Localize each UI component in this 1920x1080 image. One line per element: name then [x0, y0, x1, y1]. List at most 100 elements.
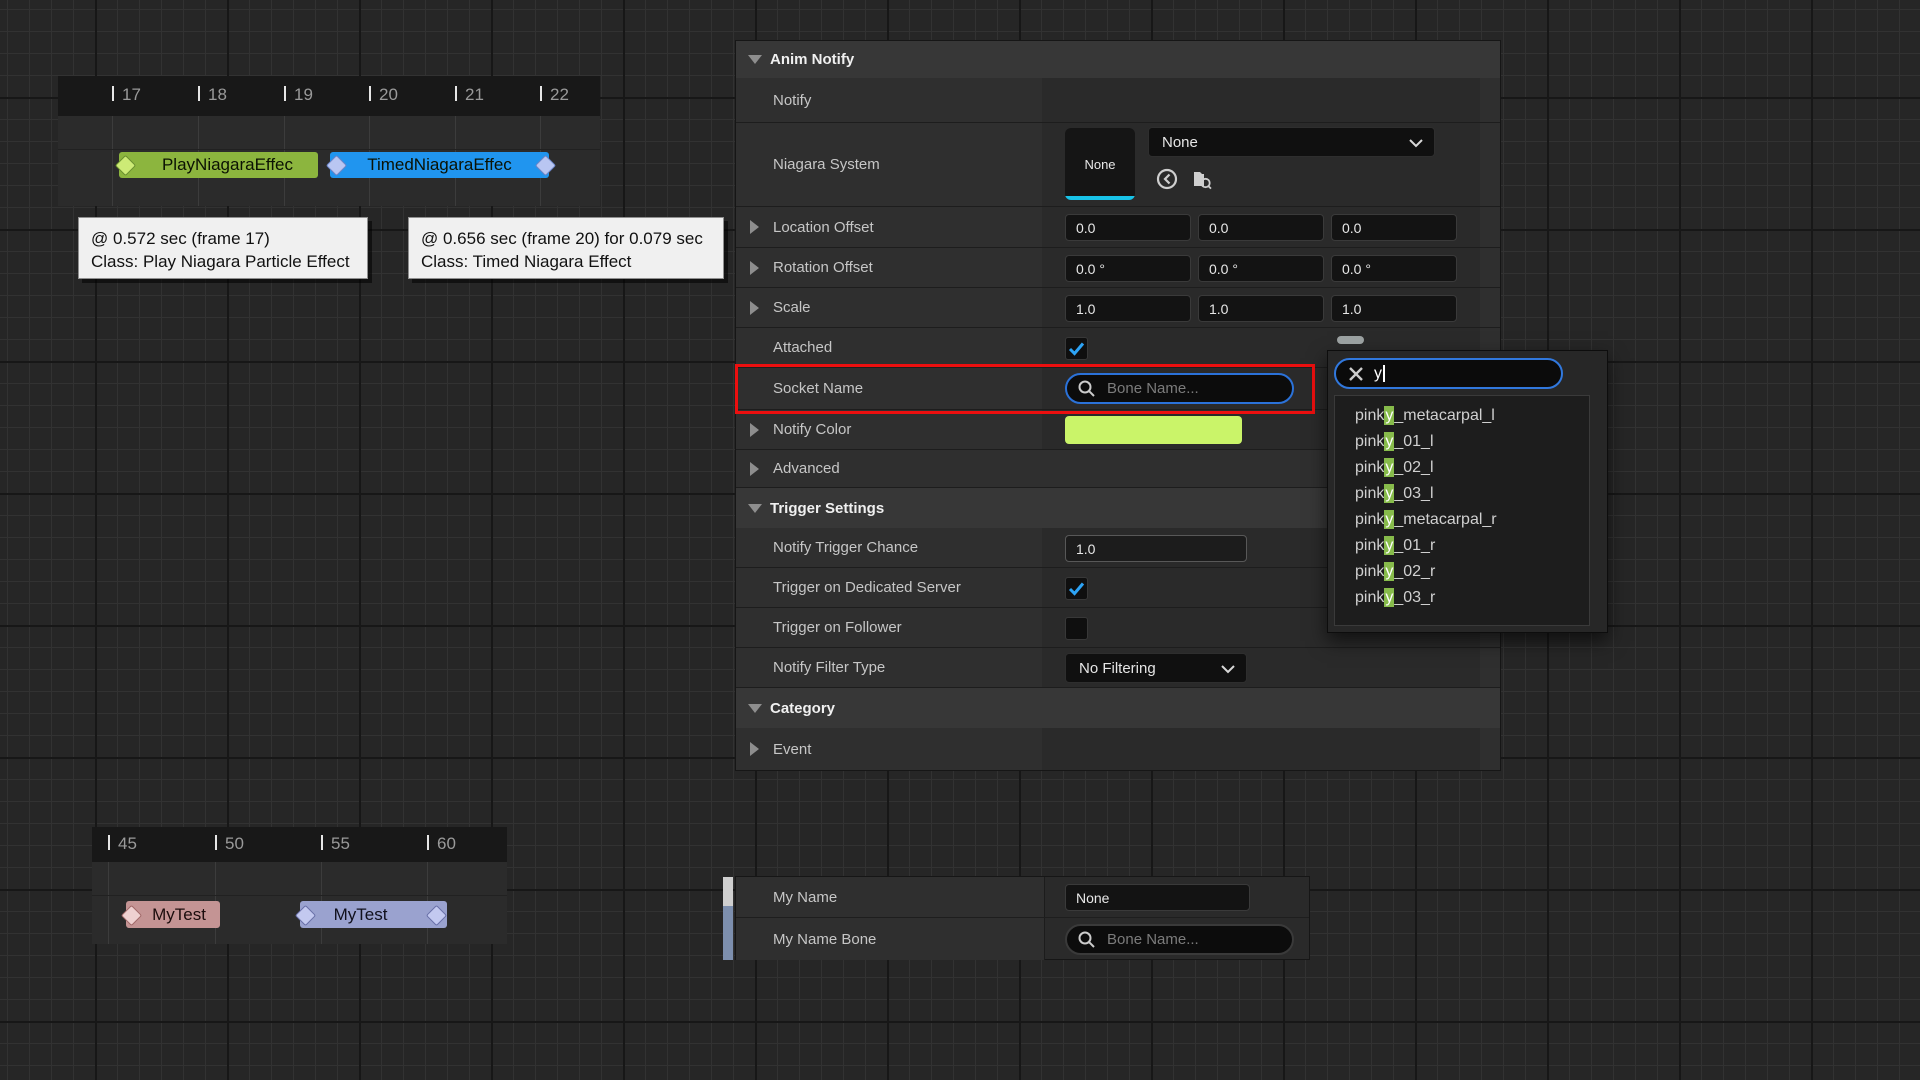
property-label: Advanced	[773, 460, 840, 477]
location-z-field[interactable]: 0.0	[1331, 214, 1457, 241]
tooltip-timing: @ 0.656 sec (frame 20) for 0.079 sec	[421, 227, 711, 250]
row-notify: Notify	[736, 78, 1500, 123]
tooltip-class: Class: Timed Niagara Effect	[421, 250, 711, 273]
notify-filter-combobox[interactable]: No Filtering	[1065, 653, 1247, 683]
rotation-yaw-field[interactable]: 0.0 °	[1331, 255, 1457, 282]
trigger-chance-field[interactable]: 1.0	[1065, 535, 1247, 562]
frame-tick	[112, 86, 114, 101]
expander-icon[interactable]	[750, 742, 759, 756]
frame-label: 19	[294, 85, 313, 105]
location-x-field[interactable]: 0.0	[1065, 214, 1191, 241]
scale-x-field[interactable]: 1.0	[1065, 295, 1191, 322]
socket-name-input[interactable]	[1105, 379, 1259, 398]
notify-mytest-2[interactable]: MyTest	[300, 901, 447, 928]
match-highlight: y	[1384, 510, 1394, 529]
section-anim-notify[interactable]: Anim Notify	[736, 41, 1500, 79]
clear-search-icon[interactable]	[1347, 365, 1365, 383]
row-scale: Scale 1.0 1.0 1.0	[736, 288, 1500, 328]
combo-value: None	[1162, 134, 1198, 151]
property-label: Scale	[773, 299, 811, 316]
frame-tick	[108, 835, 110, 850]
bone-list-item[interactable]: pinky_metacarpal_r	[1335, 507, 1589, 533]
property-label: Niagara System	[773, 156, 880, 173]
use-selected-asset-button[interactable]	[1155, 167, 1179, 191]
notify-mytest-1[interactable]: MyTest	[126, 901, 220, 928]
section-category[interactable]: Category	[736, 688, 1500, 729]
asset-thumbnail[interactable]: None	[1065, 128, 1135, 200]
text-cursor	[1383, 365, 1385, 382]
my-name-bone-search[interactable]	[1065, 924, 1294, 955]
collapse-arrow-icon[interactable]	[748, 704, 762, 713]
notify-label: MyTest	[334, 905, 388, 925]
collapse-arrow-icon[interactable]	[748, 504, 762, 513]
expander-icon[interactable]	[750, 462, 759, 476]
property-label: Location Offset	[773, 219, 874, 236]
socket-name-search[interactable]	[1065, 373, 1294, 404]
bone-list-item[interactable]: pinky_02_r	[1335, 559, 1589, 585]
frame-tick	[427, 835, 429, 850]
bone-search-text[interactable]: y	[1374, 365, 1382, 383]
row-niagara-system: Niagara System None None	[736, 123, 1500, 207]
bone-list-item[interactable]: pinky_03_r	[1335, 585, 1589, 611]
frame-label: 55	[331, 834, 350, 854]
track-divider	[58, 149, 600, 150]
bone-list-item[interactable]: pinky_metacarpal_l	[1335, 403, 1589, 429]
asset-thumbnail-label: None	[1084, 157, 1115, 172]
notify-timed-niagara[interactable]: TimedNiagaraEffec	[330, 152, 549, 178]
expander-icon[interactable]	[750, 261, 759, 275]
notify-handle-icon[interactable]	[326, 155, 347, 176]
notify-label: TimedNiagaraEffec	[367, 155, 512, 175]
property-label: Rotation Offset	[773, 259, 873, 276]
notify-play-niagara[interactable]: PlayNiagaraEffec	[119, 152, 318, 178]
tooltip-timing: @ 0.572 sec (frame 17)	[91, 227, 355, 250]
my-name-field[interactable]: None	[1065, 884, 1250, 911]
collapse-arrow-icon[interactable]	[748, 55, 762, 64]
match-highlight: y	[1384, 458, 1394, 477]
notify-color-swatch[interactable]	[1065, 416, 1242, 444]
notify-label: PlayNiagaraEffec	[162, 155, 293, 175]
bone-list-item[interactable]: pinky_02_l	[1335, 455, 1589, 481]
bone-picker-dropdown: y pinky_metacarpal_l pinky_01_l pinky_02…	[1327, 350, 1608, 633]
location-y-field[interactable]: 0.0	[1198, 214, 1324, 241]
notify-timeline-bottom[interactable]: 45 50 55 60 MyTest MyTest	[92, 827, 507, 944]
property-label: Notify Trigger Chance	[773, 539, 918, 556]
notify-duration-handle-icon[interactable]	[426, 905, 447, 926]
frame-gridline	[112, 116, 113, 206]
frame-label: 50	[225, 834, 244, 854]
expander-icon[interactable]	[750, 423, 759, 437]
frame-tick	[284, 86, 286, 101]
anim-graph-canvas[interactable]: 17 18 19 20 21 22 PlayNiagaraEffec Timed…	[0, 0, 1920, 1080]
rotation-roll-field[interactable]: 0.0 °	[1065, 255, 1191, 282]
match-highlight: y	[1384, 484, 1394, 503]
row-my-name-bone: My Name Bone	[736, 918, 1309, 960]
dedicated-server-checkbox[interactable]	[1065, 577, 1088, 600]
property-label: My Name	[773, 889, 837, 906]
browse-asset-button[interactable]	[1190, 167, 1214, 191]
attached-checkbox[interactable]	[1065, 337, 1088, 360]
bone-list-item[interactable]: pinky_01_l	[1335, 429, 1589, 455]
scale-z-field[interactable]: 1.0	[1331, 295, 1457, 322]
bone-list-item[interactable]: pinky_03_l	[1335, 481, 1589, 507]
rotation-pitch-field[interactable]: 0.0 °	[1198, 255, 1324, 282]
niagara-asset-combobox[interactable]: None	[1148, 127, 1435, 157]
property-label: Attached	[773, 339, 832, 356]
scale-y-field[interactable]: 1.0	[1198, 295, 1324, 322]
notify-handle-icon[interactable]	[115, 155, 136, 176]
trigger-follower-checkbox[interactable]	[1065, 617, 1088, 640]
property-label: Trigger on Follower	[773, 619, 902, 636]
notify-label: MyTest	[152, 905, 206, 925]
expander-icon[interactable]	[750, 220, 759, 234]
bone-search-field[interactable]: y	[1334, 358, 1563, 389]
frame-label: 20	[379, 85, 398, 105]
frame-label: 21	[465, 85, 484, 105]
bone-list[interactable]: pinky_metacarpal_l pinky_01_l pinky_02_l…	[1334, 395, 1590, 626]
expander-icon[interactable]	[750, 301, 759, 315]
frame-label: 18	[208, 85, 227, 105]
frame-tick	[369, 86, 371, 101]
notify-timeline-top[interactable]: 17 18 19 20 21 22 PlayNiagaraEffec Timed…	[58, 76, 600, 206]
match-highlight: y	[1384, 536, 1394, 555]
bone-list-item[interactable]: pinky_01_r	[1335, 533, 1589, 559]
my-name-bone-input[interactable]	[1105, 930, 1259, 949]
frame-label: 22	[550, 85, 569, 105]
notify-tooltip: @ 0.656 sec (frame 20) for 0.079 sec Cla…	[408, 217, 724, 279]
